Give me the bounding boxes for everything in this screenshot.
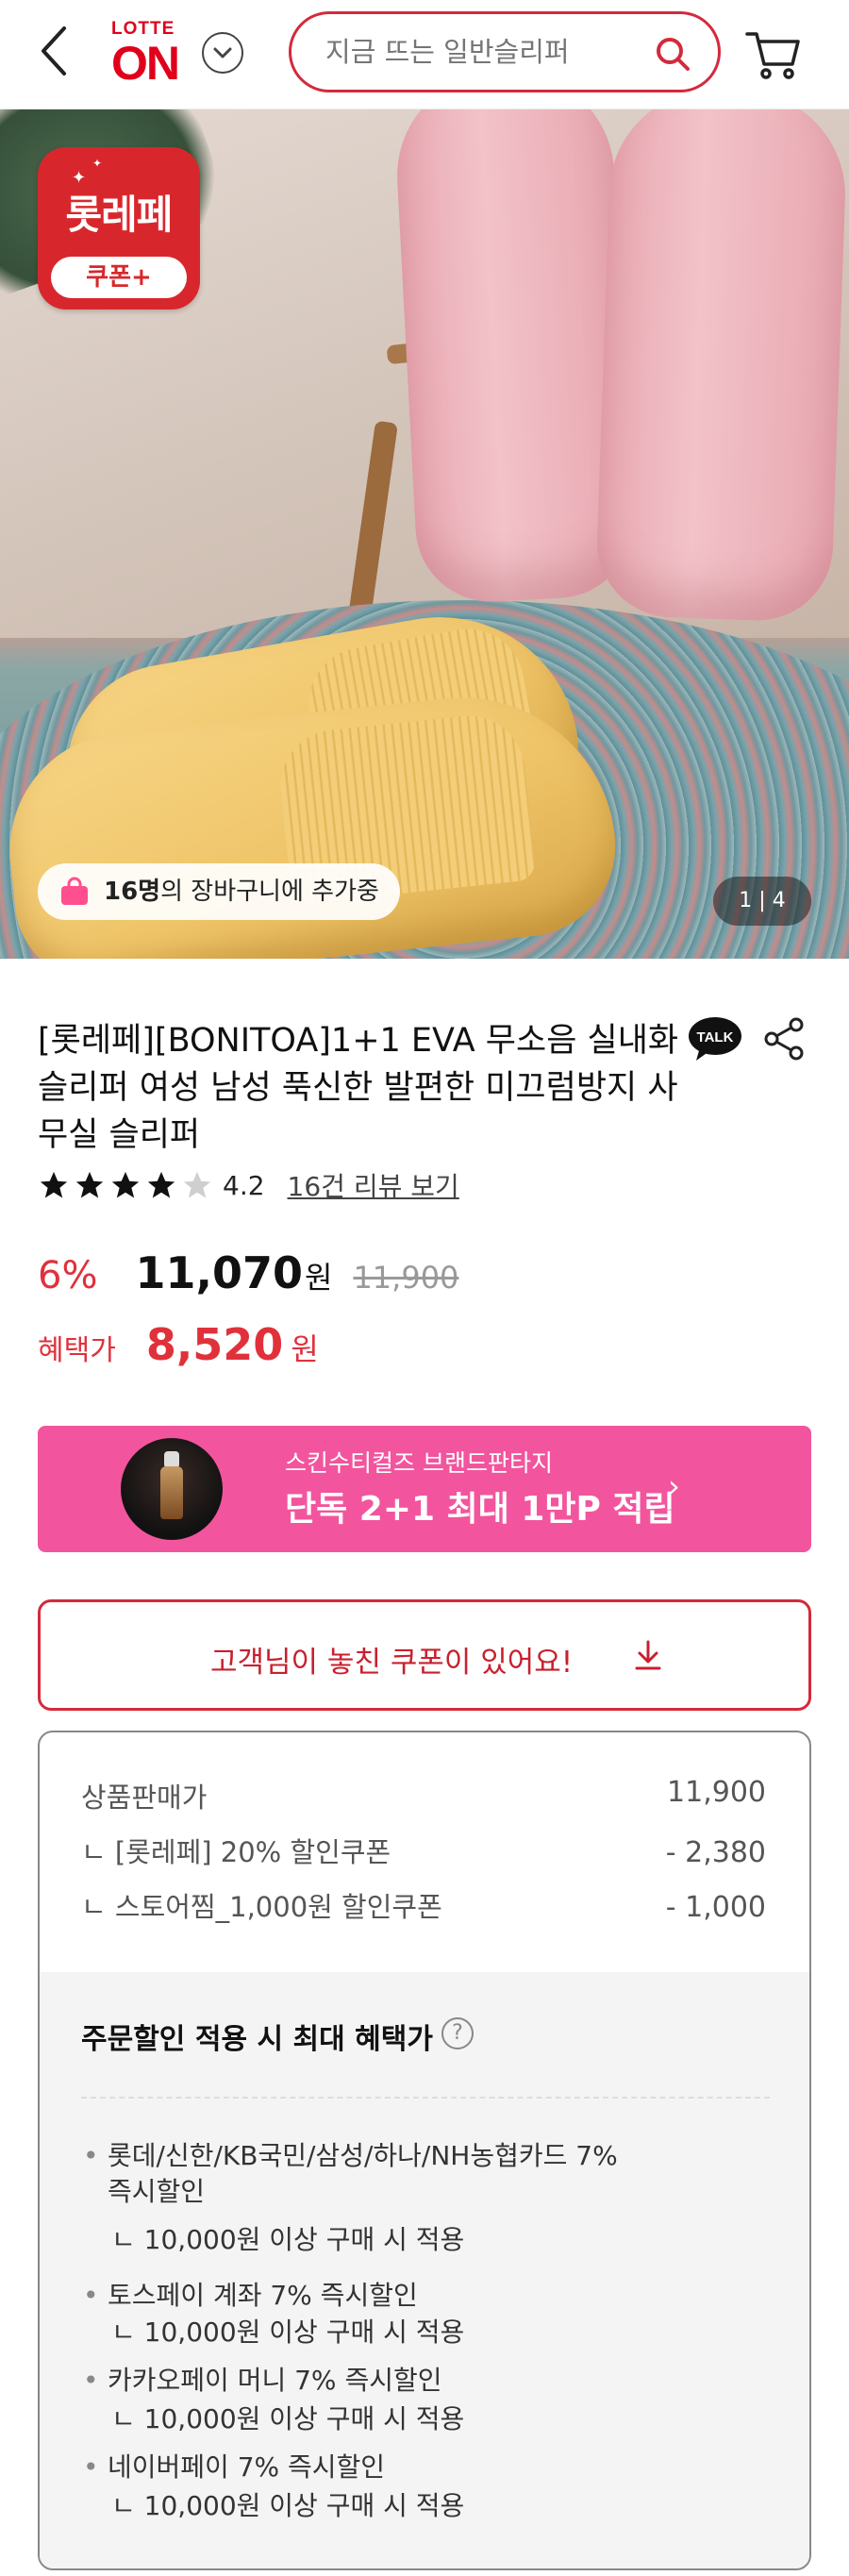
- promo-product-image: [121, 1438, 223, 1540]
- cart-icon: [745, 32, 800, 79]
- rating-row: 4.2 16건 리뷰 보기: [38, 1166, 459, 1204]
- bullet-icon: •: [83, 2280, 99, 2311]
- missed-coupon-label: 고객님이 놓친 쿠폰이 있어요!: [210, 1646, 574, 1680]
- coupon-1-value: - 2,380: [665, 1836, 766, 1869]
- star-rating: [38, 1169, 217, 1201]
- max-benefit-title: 주문할인 적용 시 최대 혜택가: [81, 2023, 433, 2056]
- promo-title: 단독 2+1 최대 1만P 적립: [285, 1490, 675, 1529]
- benefit-item-text: 네이버페이 7% 즉시할인: [108, 2451, 386, 2483]
- bullet-icon: •: [83, 2451, 99, 2483]
- divider: [81, 2097, 770, 2099]
- star-icon: [40, 1171, 68, 1198]
- cart-button[interactable]: [743, 25, 804, 85]
- benefit-item-text: 롯데/신한/KB국민/삼성/하나/NH농협카드 7% 즉시할인: [108, 2140, 618, 2207]
- cart-count: 16명: [104, 878, 161, 906]
- benefit-price: 8,520: [145, 1319, 284, 1370]
- search-input[interactable]: [325, 31, 637, 73]
- price-currency: 원: [304, 1260, 333, 1296]
- star-icon: [111, 1171, 140, 1198]
- image-pink-slipper-right: [594, 109, 849, 624]
- coupon-2-label: ㄴ 스토어찜_1,000원 할인쿠폰: [81, 1891, 442, 1923]
- back-button[interactable]: [34, 23, 75, 79]
- benefit-item-condition: ㄴ 10,000원 이상 구매 시 적용: [111, 2317, 465, 2348]
- bottle-body: [160, 1466, 183, 1519]
- sale-price: 11,070: [135, 1247, 303, 1298]
- benefit-item-text: 카카오페이 머니 7% 즉시할인: [108, 2365, 442, 2396]
- sale-price-label: 상품판매가: [81, 1781, 208, 1814]
- price-row: 6% 11,070 원 11,900: [38, 1247, 458, 1300]
- image-counter: 1 | 4: [713, 877, 811, 926]
- chevron-right-icon: ›: [668, 1468, 680, 1504]
- coupon-1-label: ㄴ [롯레페] 20% 할인쿠폰: [81, 1836, 391, 1868]
- chevron-left-icon: [42, 26, 66, 75]
- help-icon[interactable]: ?: [441, 2017, 474, 2049]
- benefit-item-condition: ㄴ 10,000원 이상 구매 시 적용: [111, 2490, 465, 2521]
- product-image-carousel[interactable]: ✦ ✦ 롯레페 쿠폰+ 16명의 장바구니에 추가중 1 | 4: [0, 109, 849, 959]
- cart-activity-pill: 16명의 장바구니에 추가중: [38, 863, 400, 920]
- lotte-coupon-badge: ✦ ✦ 롯레페 쿠폰+: [38, 147, 200, 309]
- sparkle-icon: ✦: [92, 157, 103, 170]
- bullet-icon: •: [83, 2140, 99, 2171]
- chevron-down-icon: [213, 47, 232, 59]
- logo-main-text: ON: [111, 37, 180, 90]
- benefit-label: 혜택가: [38, 1334, 116, 1367]
- star-icon: [147, 1171, 175, 1198]
- product-title: [롯레페][BONITOA]1+1 EVA 무소음 실내화 슬리퍼 여성 남성 …: [38, 1022, 679, 1154]
- missed-coupon-button[interactable]: 고객님이 놓친 쿠폰이 있어요!: [38, 1599, 811, 1711]
- benefit-item-text: 토스페이 계좌 7% 즉시할인: [108, 2280, 418, 2311]
- share-button[interactable]: [762, 1017, 806, 1061]
- lotte-on-logo[interactable]: LOTTE ON: [106, 15, 191, 91]
- benefit-item-condition: ㄴ 10,000원 이상 구매 시 적용: [111, 2224, 465, 2255]
- benefit-currency: 원: [291, 1331, 319, 1367]
- rating-value: 4.2: [223, 1169, 265, 1201]
- talk-icon: TALK: [689, 1017, 741, 1061]
- top-header: LOTTE ON: [0, 0, 849, 109]
- benefit-price-row: 혜택가 8,520 원: [38, 1319, 319, 1376]
- shopping-bag-icon: [61, 877, 88, 905]
- coupon-2-value: - 1,000: [665, 1891, 766, 1924]
- promo-subtitle: 스킨수티컬즈 브랜드판타지: [285, 1449, 553, 1477]
- sale-price-value: 11,900: [667, 1776, 766, 1809]
- price-breakdown-box: 상품판매가 11,900 ㄴ [롯레페] 20% 할인쿠폰 - 2,380 ㄴ …: [38, 1731, 811, 2570]
- badge-title: 롯레페: [65, 192, 174, 238]
- star-icon: [183, 1171, 211, 1198]
- search-icon[interactable]: [654, 35, 691, 73]
- category-dropdown-button[interactable]: [202, 32, 243, 74]
- search-bar[interactable]: [289, 11, 721, 92]
- badge-subtitle: 쿠폰+: [51, 257, 187, 298]
- star-icon: [75, 1171, 104, 1198]
- share-icon: [764, 1017, 804, 1061]
- svg-text:TALK: TALK: [697, 1029, 734, 1045]
- talk-button[interactable]: TALK: [687, 1015, 743, 1062]
- original-price: 11,900: [353, 1260, 459, 1296]
- review-link[interactable]: 16건 리뷰 보기: [288, 1166, 459, 1204]
- download-icon: [635, 1640, 661, 1670]
- cart-activity-text: 의 장바구니에 추가중: [160, 878, 379, 906]
- bullet-icon: •: [83, 2365, 99, 2396]
- discount-rate: 6%: [38, 1254, 98, 1297]
- benefit-item-condition: ㄴ 10,000원 이상 구매 시 적용: [111, 2403, 465, 2434]
